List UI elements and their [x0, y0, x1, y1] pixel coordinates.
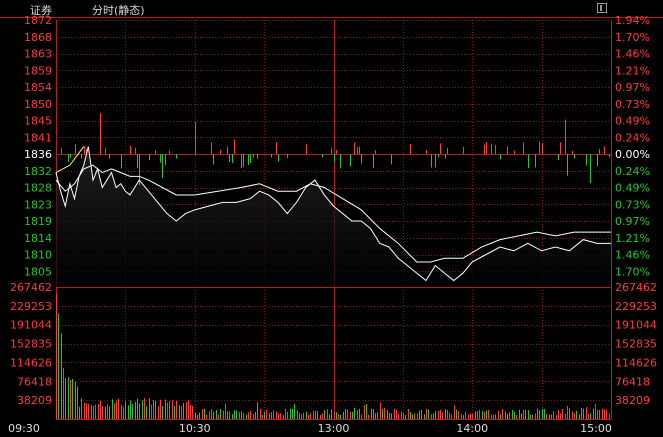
price-tick-label: 1810 [24, 249, 52, 262]
percent-tick-label: 0.49% [615, 115, 650, 128]
volume-tick-label: 76418 [17, 375, 52, 388]
volume-tick-label: 114626 [615, 356, 657, 369]
volume-tick-label: 191044 [615, 319, 657, 332]
price-tick-label: 1859 [24, 64, 52, 77]
price-base-label: 1836 [24, 148, 52, 161]
volume-tick-label: 267462 [615, 281, 657, 294]
percent-tick-label: 0.24% [615, 165, 650, 178]
price-tick-label: 1872 [24, 14, 52, 27]
avg-start-segment [55, 146, 85, 174]
percent-tick-label: 1.46% [615, 249, 650, 262]
volume-tick-label: 114626 [10, 356, 52, 369]
price-tick-label: 1828 [24, 182, 52, 195]
volume-tick-label: 152835 [10, 338, 52, 351]
price-tick-label: 1850 [24, 98, 52, 111]
timeshare-chart: 1872 1868 1863 1859 1854 1850 1845 1841 1836 1832… [0, 14, 663, 435]
price-tick-label: 1854 [24, 81, 52, 94]
percent-tick-label: 1.21% [615, 232, 650, 245]
volume-tick-label: 38209 [17, 394, 52, 407]
price-tick-label: 1823 [24, 198, 52, 211]
time-tick-label: 14:00 [456, 422, 488, 435]
percent-tick-label: 0.73% [615, 198, 650, 211]
percent-tick-label: 0.49% [615, 182, 650, 195]
price-tick-label: 1832 [24, 165, 52, 178]
price-tick-label: 1841 [24, 131, 52, 144]
percent-tick-label: 0.24% [615, 131, 650, 144]
percent-tick-label: 1.94% [615, 14, 650, 27]
price-tick-label: 1819 [24, 215, 52, 228]
volume-tick-label: 229253 [615, 300, 657, 313]
volume-tick-label: 229253 [10, 300, 52, 313]
time-tick-label: 09:30 [8, 422, 40, 435]
price-tick-label: 1863 [24, 48, 52, 61]
time-tick-label: 15:00 [580, 422, 612, 435]
percent-tick-label: 1.21% [615, 64, 650, 77]
price-tick-label: 1814 [24, 232, 52, 245]
time-tick-label: 13:00 [318, 422, 350, 435]
percent-tick-label: 0.97% [615, 215, 650, 228]
price-tick-label: 1805 [24, 265, 52, 278]
volume-tick-label: 76418 [615, 375, 650, 388]
percent-tick-label: 0.97% [615, 81, 650, 94]
percent-base-label: 0.00% [615, 148, 650, 161]
volume-tick-label: 191044 [10, 319, 52, 332]
percent-tick-label: 1.70% [615, 31, 650, 44]
volume-tick-label: 38209 [615, 394, 650, 407]
volume-tick-label: 152835 [615, 338, 657, 351]
percent-tick-label: 0.73% [615, 98, 650, 111]
time-tick-label: 10:30 [179, 422, 211, 435]
price-tick-label: 1845 [24, 115, 52, 128]
percent-tick-label: 1.46% [615, 48, 650, 61]
percent-tick-label: 1.70% [615, 265, 650, 278]
volume-tick-label: 267462 [10, 281, 52, 294]
price-tick-label: 1868 [24, 31, 52, 44]
